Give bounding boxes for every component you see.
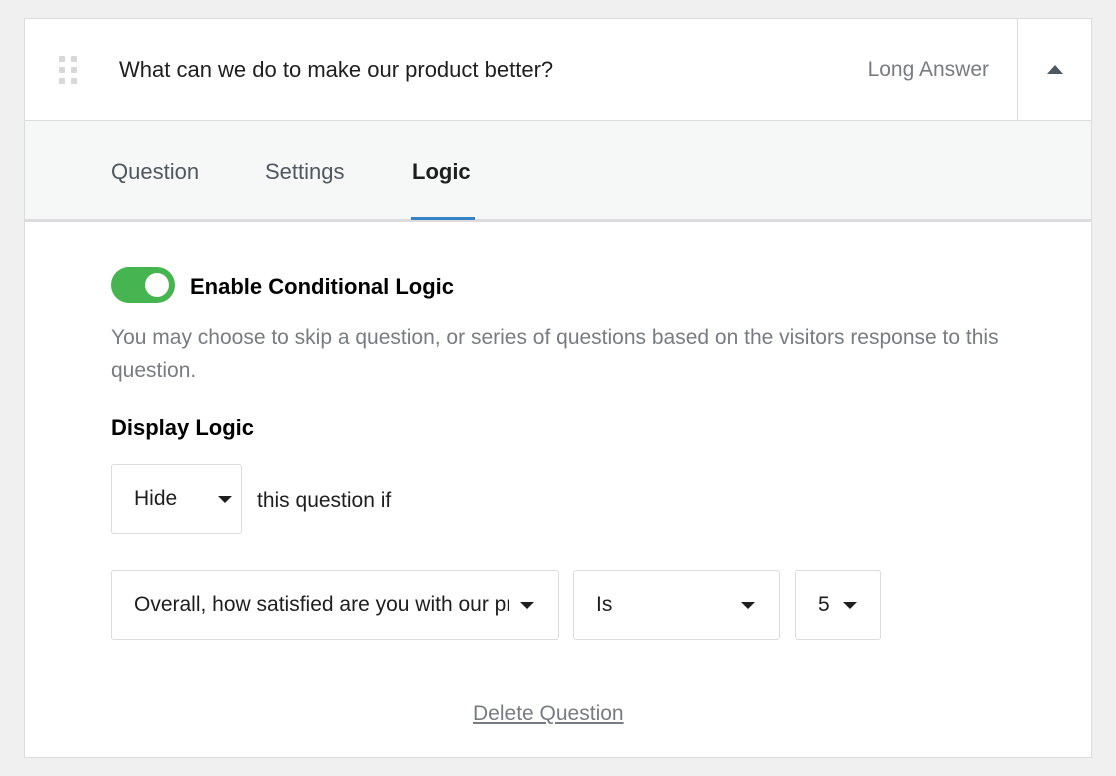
dropdown-caret-icon <box>218 496 232 503</box>
rule-operator-select[interactable]: Is <box>573 570 780 640</box>
tab-question[interactable]: Question <box>111 159 199 185</box>
rule-question-select[interactable]: Overall, how satisfied are you with our … <box>111 570 559 640</box>
tab-logic[interactable]: Logic <box>412 159 471 185</box>
question-card: What can we do to make our product bette… <box>24 18 1092 758</box>
display-logic-heading: Display Logic <box>111 415 255 440</box>
active-tab-indicator <box>411 217 475 220</box>
action-select[interactable]: Hide <box>111 464 242 534</box>
toggle-knob <box>145 273 169 297</box>
delete-question-link[interactable]: Delete Question <box>473 702 624 726</box>
tab-settings[interactable]: Settings <box>265 159 345 185</box>
conditional-logic-toggle[interactable] <box>111 267 175 303</box>
rule-operator-value: Is <box>596 593 613 616</box>
rule-question-value: Overall, how satisfied are you with our … <box>134 593 509 616</box>
collapse-arrow-icon <box>1047 65 1063 74</box>
drag-handle-icon[interactable] <box>59 56 79 86</box>
tab-bar: Question Settings Logic <box>25 121 1091 222</box>
connector-text: this question if <box>257 489 392 512</box>
question-header[interactable]: What can we do to make our product bette… <box>25 19 1091 121</box>
action-select-value: Hide <box>134 487 178 510</box>
question-title: What can we do to make our product bette… <box>119 57 554 82</box>
dropdown-caret-icon <box>843 602 857 609</box>
dropdown-caret-icon <box>520 602 534 609</box>
rule-value-select[interactable]: 5 <box>795 570 881 640</box>
dropdown-caret-icon <box>741 602 755 609</box>
collapse-button[interactable] <box>1017 19 1091 120</box>
question-type-label: Long Answer <box>867 58 989 81</box>
logic-help-text: You may choose to skip a question, or se… <box>111 326 999 382</box>
conditional-logic-label: Enable Conditional Logic <box>190 274 454 299</box>
